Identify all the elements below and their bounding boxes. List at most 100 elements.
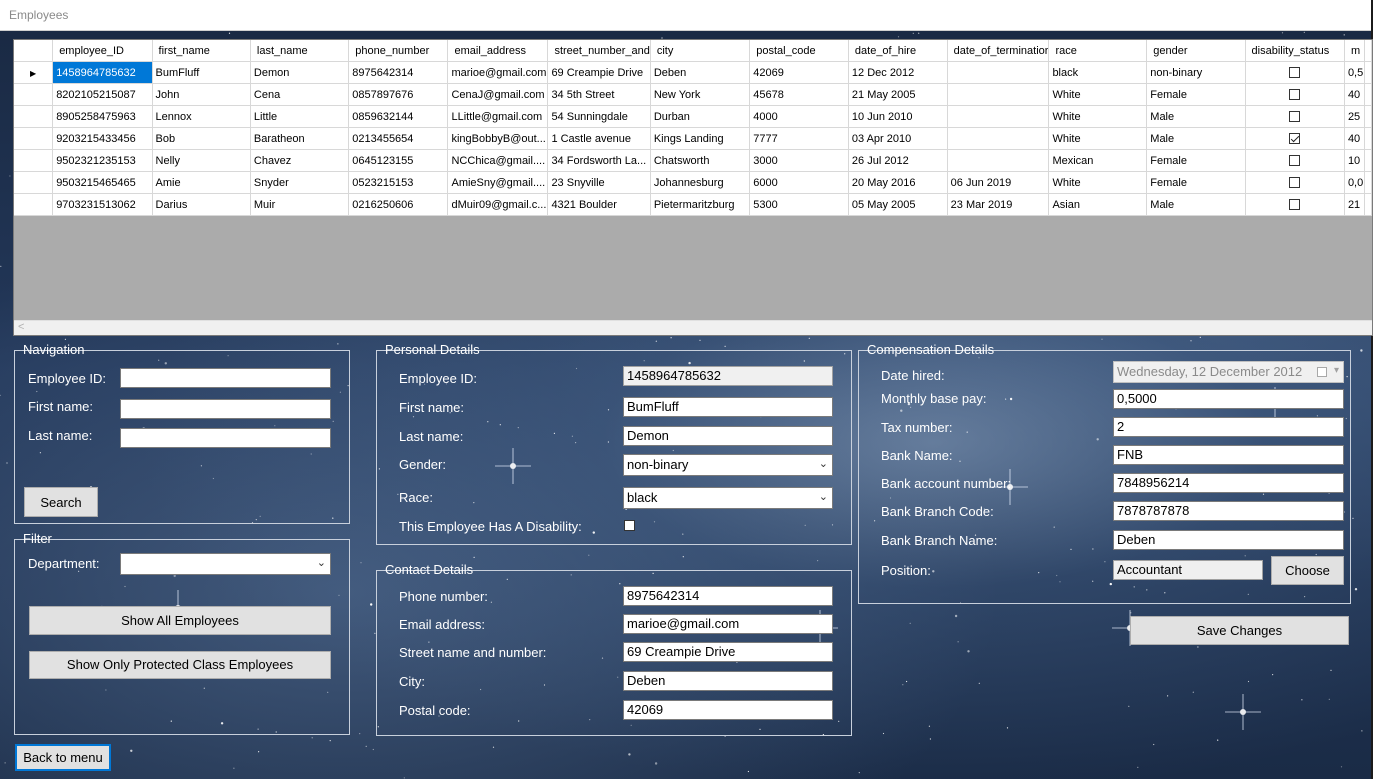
table-cell[interactable]: Darius xyxy=(152,193,251,216)
table-row[interactable]: 9503215465465 Amie Snyder 0523215153 AmieSny… xyxy=(14,171,1372,194)
column-header[interactable]: race xyxy=(1048,40,1148,62)
table-cell[interactable]: 12 Dec 2012 xyxy=(848,61,948,84)
checked-checkbox-icon[interactable] xyxy=(1289,133,1301,145)
table-row[interactable]: 9203215433456 Bob Baratheon 0213455654 kingB… xyxy=(14,127,1372,150)
table-cell[interactable]: Pietermaritzburg xyxy=(650,193,751,216)
column-header[interactable]: m xyxy=(1344,40,1366,62)
disability-status-cell[interactable] xyxy=(1245,149,1345,172)
horizontal-scrollbar[interactable]: < xyxy=(14,320,1372,335)
table-cell[interactable]: 9502321235153 xyxy=(52,149,153,172)
table-cell[interactable]: non-binary xyxy=(1146,61,1246,84)
table-cell[interactable]: Durban xyxy=(650,105,751,128)
column-header[interactable]: disability_status xyxy=(1245,40,1345,62)
table-cell[interactable] xyxy=(947,149,1050,172)
unchecked-checkbox-icon[interactable] xyxy=(1289,199,1301,211)
table-cell[interactable]: 03 Apr 2010 xyxy=(848,127,948,150)
table-cell[interactable]: Female xyxy=(1146,149,1246,172)
column-header[interactable]: phone_number xyxy=(348,40,449,62)
department-select[interactable]: ⌄ xyxy=(120,553,331,575)
column-header[interactable]: email_address xyxy=(447,40,549,62)
table-cell[interactable]: Amie xyxy=(152,171,251,194)
table-cell[interactable]: 4000 xyxy=(749,105,849,128)
disability-status-cell[interactable] xyxy=(1245,127,1345,150)
table-cell[interactable]: White xyxy=(1048,127,1148,150)
table-cell[interactable]: 1 Castle avenue xyxy=(547,127,651,150)
table-cell[interactable]: Muir xyxy=(250,193,350,216)
table-cell[interactable] xyxy=(947,83,1050,106)
column-header[interactable]: employee_ID xyxy=(52,40,153,62)
bank-account-input[interactable]: 7848956214 xyxy=(1113,473,1344,493)
column-header[interactable]: last_name xyxy=(250,40,350,62)
row-header[interactable] xyxy=(14,105,54,128)
table-cell[interactable]: 0,5 xyxy=(1344,61,1366,84)
table-cell[interactable]: Baratheon xyxy=(250,127,350,150)
table-cell[interactable]: CenaJ@gmail.com xyxy=(447,83,549,106)
gender-select[interactable]: non-binary ⌄ xyxy=(623,454,833,476)
employees-grid[interactable]: employee_ID first_name last_name phone_numb… xyxy=(13,39,1373,336)
table-cell[interactable]: 1458964785632 xyxy=(52,61,153,84)
table-cell[interactable]: NCChica@gmail.... xyxy=(447,149,549,172)
table-cell[interactable]: 9703231513062 xyxy=(52,193,153,216)
table-cell[interactable]: 54 Sunningdale xyxy=(547,105,651,128)
table-cell[interactable]: LLittle@gmail.com xyxy=(447,105,549,128)
column-header[interactable]: postal_code xyxy=(749,40,849,62)
table-cell[interactable]: Deben xyxy=(650,61,751,84)
table-cell[interactable]: 8202105215087 xyxy=(52,83,153,106)
table-cell[interactable]: White xyxy=(1048,171,1148,194)
table-cell[interactable]: 6000 xyxy=(749,171,849,194)
position-input[interactable]: Accountant xyxy=(1113,560,1263,580)
unchecked-checkbox-icon[interactable] xyxy=(1289,111,1301,123)
scroll-left-icon[interactable]: < xyxy=(18,321,24,333)
race-select[interactable]: black ⌄ xyxy=(623,487,833,509)
table-cell[interactable]: Kings Landing xyxy=(650,127,751,150)
table-cell[interactable]: marioe@gmail.com xyxy=(447,61,549,84)
unchecked-checkbox-icon[interactable] xyxy=(1289,89,1301,101)
phone-input[interactable]: 8975642314 xyxy=(623,586,833,606)
nav-last-name-input[interactable] xyxy=(120,428,331,448)
table-cell[interactable]: 10 Jun 2010 xyxy=(848,105,948,128)
table-cell[interactable]: 23 Mar 2019 xyxy=(947,193,1050,216)
column-header[interactable]: gender xyxy=(1146,40,1246,62)
row-header[interactable]: ▶ xyxy=(14,61,54,84)
table-cell[interactable]: Male xyxy=(1146,105,1246,128)
show-all-employees-button[interactable]: Show All Employees xyxy=(29,606,331,635)
table-cell[interactable]: 05 May 2005 xyxy=(848,193,948,216)
table-cell[interactable]: 42069 xyxy=(749,61,849,84)
table-cell[interactable]: Male xyxy=(1146,193,1246,216)
table-cell[interactable]: BumFluff xyxy=(152,61,251,84)
table-cell[interactable]: 0857897676 xyxy=(348,83,449,106)
table-cell[interactable] xyxy=(947,61,1050,84)
row-header[interactable] xyxy=(14,83,54,106)
table-cell[interactable]: Little xyxy=(250,105,350,128)
table-cell[interactable]: Cena xyxy=(250,83,350,106)
table-cell[interactable]: 06 Jun 2019 xyxy=(947,171,1050,194)
table-cell[interactable]: 20 May 2016 xyxy=(848,171,948,194)
table-cell[interactable]: White xyxy=(1048,105,1148,128)
table-cell[interactable]: 45678 xyxy=(749,83,849,106)
table-cell[interactable]: dMuir09@gmail.c... xyxy=(447,193,549,216)
table-cell[interactable]: AmieSny@gmail.... xyxy=(447,171,549,194)
table-cell[interactable] xyxy=(947,127,1050,150)
table-cell[interactable]: 26 Jul 2012 xyxy=(848,149,948,172)
table-cell[interactable]: 10 xyxy=(1344,149,1366,172)
save-changes-button[interactable]: Save Changes xyxy=(1130,616,1349,645)
table-cell[interactable]: Bob xyxy=(152,127,251,150)
search-button[interactable]: Search xyxy=(24,487,98,517)
email-input[interactable]: marioe@gmail.com xyxy=(623,614,833,634)
table-row[interactable]: 8905258475963 Lennox Little 0859632144 LLitt… xyxy=(14,105,1372,128)
table-cell[interactable]: 9503215465465 xyxy=(52,171,153,194)
table-cell[interactable]: Lennox xyxy=(152,105,251,128)
table-cell[interactable] xyxy=(947,105,1050,128)
choose-position-button[interactable]: Choose xyxy=(1271,556,1344,585)
unchecked-checkbox-icon[interactable] xyxy=(1289,177,1301,189)
table-cell[interactable]: 69 Creampie Drive xyxy=(547,61,651,84)
personal-first-name-input[interactable]: BumFluff xyxy=(623,397,833,417)
table-cell[interactable]: 21 xyxy=(1344,193,1366,216)
table-cell[interactable]: John xyxy=(152,83,251,106)
back-to-menu-button[interactable]: Back to menu xyxy=(15,744,111,771)
city-input[interactable]: Deben xyxy=(623,671,833,691)
disability-checkbox[interactable] xyxy=(624,520,635,531)
branch-code-input[interactable]: 7878787878 xyxy=(1113,501,1344,521)
grid-corner-cell[interactable] xyxy=(14,40,54,62)
table-cell[interactable]: 9203215433456 xyxy=(52,127,153,150)
